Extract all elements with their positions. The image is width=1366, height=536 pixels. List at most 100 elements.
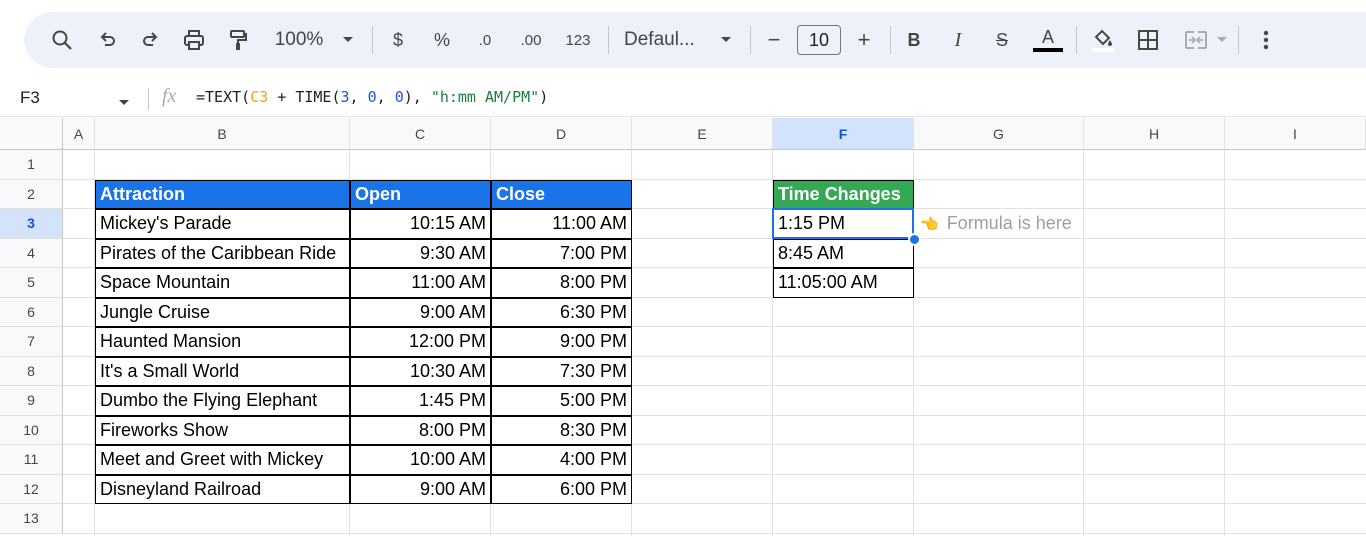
name-box[interactable]: F3 xyxy=(20,88,40,108)
name-box-dropdown-icon[interactable] xyxy=(118,94,130,112)
toolbar-divider xyxy=(608,26,609,54)
attraction-cell[interactable]: It's a Small World xyxy=(95,356,350,386)
borders-icon[interactable] xyxy=(1134,12,1162,68)
row-header-13[interactable]: 13 xyxy=(0,504,63,534)
close-time-cell[interactable]: 9:00 PM xyxy=(491,327,632,357)
note-text: Formula is here xyxy=(946,213,1072,234)
row-header-11[interactable]: 11 xyxy=(0,445,63,475)
print-icon[interactable] xyxy=(180,12,208,68)
open-time-cell[interactable]: 10:15 AM xyxy=(350,209,491,239)
formula-part: , xyxy=(349,88,368,106)
decrease-font-size-button[interactable]: − xyxy=(762,12,786,68)
attraction-cell[interactable]: Mickey's Parade xyxy=(95,209,350,239)
column-header-g[interactable]: G xyxy=(914,118,1084,150)
time-change-cell[interactable]: 8:45 AM xyxy=(773,238,914,268)
percent-format-button[interactable]: % xyxy=(430,12,454,68)
italic-button[interactable]: I xyxy=(946,12,970,68)
open-time-cell[interactable]: 10:00 AM xyxy=(350,445,491,475)
row-header-10[interactable]: 10 xyxy=(0,415,63,445)
zoom-dropdown-icon[interactable] xyxy=(338,12,358,68)
merge-cells-icon[interactable] xyxy=(1180,12,1212,68)
formula-part: ) xyxy=(539,88,549,106)
attraction-cell[interactable]: Disneyland Railroad xyxy=(95,474,350,504)
fill-color-icon[interactable] xyxy=(1086,12,1120,68)
header-cell-time-changes[interactable]: Time Changes xyxy=(773,179,914,209)
column-header-e[interactable]: E xyxy=(632,118,773,150)
column-header-h[interactable]: H xyxy=(1084,118,1225,150)
more-formats-button[interactable]: 123 xyxy=(562,12,594,68)
open-time-cell[interactable]: 10:30 AM xyxy=(350,356,491,386)
open-time-cell[interactable]: 1:45 PM xyxy=(350,386,491,416)
decrease-decimal-button[interactable]: .0 xyxy=(470,12,500,68)
formula-input[interactable]: =TEXT(C3 + TIME(3, 0, 0), "h:mm AM/PM") xyxy=(196,88,548,106)
zoom-select[interactable]: 100% xyxy=(270,12,328,68)
row-header-9[interactable]: 9 xyxy=(0,386,63,416)
select-all-corner[interactable] xyxy=(0,118,63,150)
increase-decimal-button[interactable]: .00 xyxy=(514,12,548,68)
attraction-cell[interactable]: Fireworks Show xyxy=(95,415,350,445)
column-header-d[interactable]: D xyxy=(491,118,632,150)
search-menus-icon[interactable] xyxy=(48,12,76,68)
attraction-cell[interactable]: Dumbo the Flying Elephant xyxy=(95,386,350,416)
open-time-cell[interactable]: 12:00 PM xyxy=(350,327,491,357)
font-family-select[interactable]: Defaul... xyxy=(624,12,704,68)
attraction-cell[interactable]: Meet and Greet with Mickey xyxy=(95,445,350,475)
row-header-4[interactable]: 4 xyxy=(0,238,63,268)
open-time-cell[interactable]: 9:00 AM xyxy=(350,297,491,327)
formula-string: "h:mm AM/PM" xyxy=(430,88,540,106)
close-time-cell[interactable]: 11:00 AM xyxy=(491,209,632,239)
attraction-cell[interactable]: Space Mountain xyxy=(95,268,350,298)
formula-number: 0 xyxy=(394,88,404,106)
text-color-button[interactable]: A xyxy=(1032,12,1064,68)
column-header-a[interactable]: A xyxy=(63,118,95,150)
time-change-cell[interactable]: 1:15 PM xyxy=(773,209,914,239)
column-header-f[interactable]: F xyxy=(773,118,914,150)
open-time-cell[interactable]: 11:00 AM xyxy=(350,268,491,298)
close-time-cell[interactable]: 7:30 PM xyxy=(491,356,632,386)
row-header-8[interactable]: 8 xyxy=(0,356,63,386)
sheet-grid[interactable]: A B C D E F G H I 1 2 3 4 5 6 7 8 9 10 11 12 13 Attraction Open… xyxy=(0,118,1366,536)
more-options-icon[interactable] xyxy=(1254,12,1278,68)
row-header-3[interactable]: 3 xyxy=(0,209,63,239)
attraction-cell[interactable]: Pirates of the Caribbean Ride xyxy=(95,238,350,268)
header-cell-close[interactable]: Close xyxy=(491,179,632,209)
close-time-cell[interactable]: 5:00 PM xyxy=(491,386,632,416)
header-cell-open[interactable]: Open xyxy=(350,179,491,209)
row-header-12[interactable]: 12 xyxy=(0,474,63,504)
paint-format-icon[interactable] xyxy=(224,12,252,68)
increase-font-size-button[interactable]: + xyxy=(852,12,876,68)
merge-dropdown-icon[interactable] xyxy=(1214,12,1230,68)
row-header-2[interactable]: 2 xyxy=(0,179,63,209)
row-header-7[interactable]: 7 xyxy=(0,327,63,357)
column-header-b[interactable]: B xyxy=(95,118,350,150)
currency-format-button[interactable]: $ xyxy=(386,12,410,68)
font-size-input[interactable]: 10 xyxy=(796,12,842,68)
bold-button[interactable]: B xyxy=(902,12,926,68)
row-header-6[interactable]: 6 xyxy=(0,297,63,327)
formula-number: 0 xyxy=(367,88,377,106)
close-time-cell[interactable]: 8:30 PM xyxy=(491,415,632,445)
strikethrough-button[interactable]: S xyxy=(990,12,1014,68)
close-time-cell[interactable]: 7:00 PM xyxy=(491,238,632,268)
row-header-5[interactable]: 5 xyxy=(0,268,63,298)
open-time-cell[interactable]: 9:30 AM xyxy=(350,238,491,268)
open-time-cell[interactable]: 8:00 PM xyxy=(350,415,491,445)
close-time-cell[interactable]: 8:00 PM xyxy=(491,268,632,298)
attraction-cell[interactable]: Haunted Mansion xyxy=(95,327,350,357)
header-cell-attraction[interactable]: Attraction xyxy=(95,179,350,209)
close-time-cell[interactable]: 6:30 PM xyxy=(491,297,632,327)
redo-icon[interactable] xyxy=(136,12,164,68)
undo-icon[interactable] xyxy=(94,12,122,68)
column-header-i[interactable]: I xyxy=(1225,118,1366,150)
attraction-cell[interactable]: Jungle Cruise xyxy=(95,297,350,327)
font-dropdown-icon[interactable] xyxy=(716,12,736,68)
close-time-cell[interactable]: 6:00 PM xyxy=(491,474,632,504)
open-time-cell[interactable]: 9:00 AM xyxy=(350,474,491,504)
font-size-value: 10 xyxy=(797,25,841,55)
row-header-1[interactable]: 1 xyxy=(0,150,63,180)
formula-note: 👈 Formula is here xyxy=(920,209,1072,239)
formula-part: , xyxy=(376,88,395,106)
close-time-cell[interactable]: 4:00 PM xyxy=(491,445,632,475)
column-header-c[interactable]: C xyxy=(350,118,491,150)
time-change-cell[interactable]: 11:05:00 AM xyxy=(773,268,914,298)
